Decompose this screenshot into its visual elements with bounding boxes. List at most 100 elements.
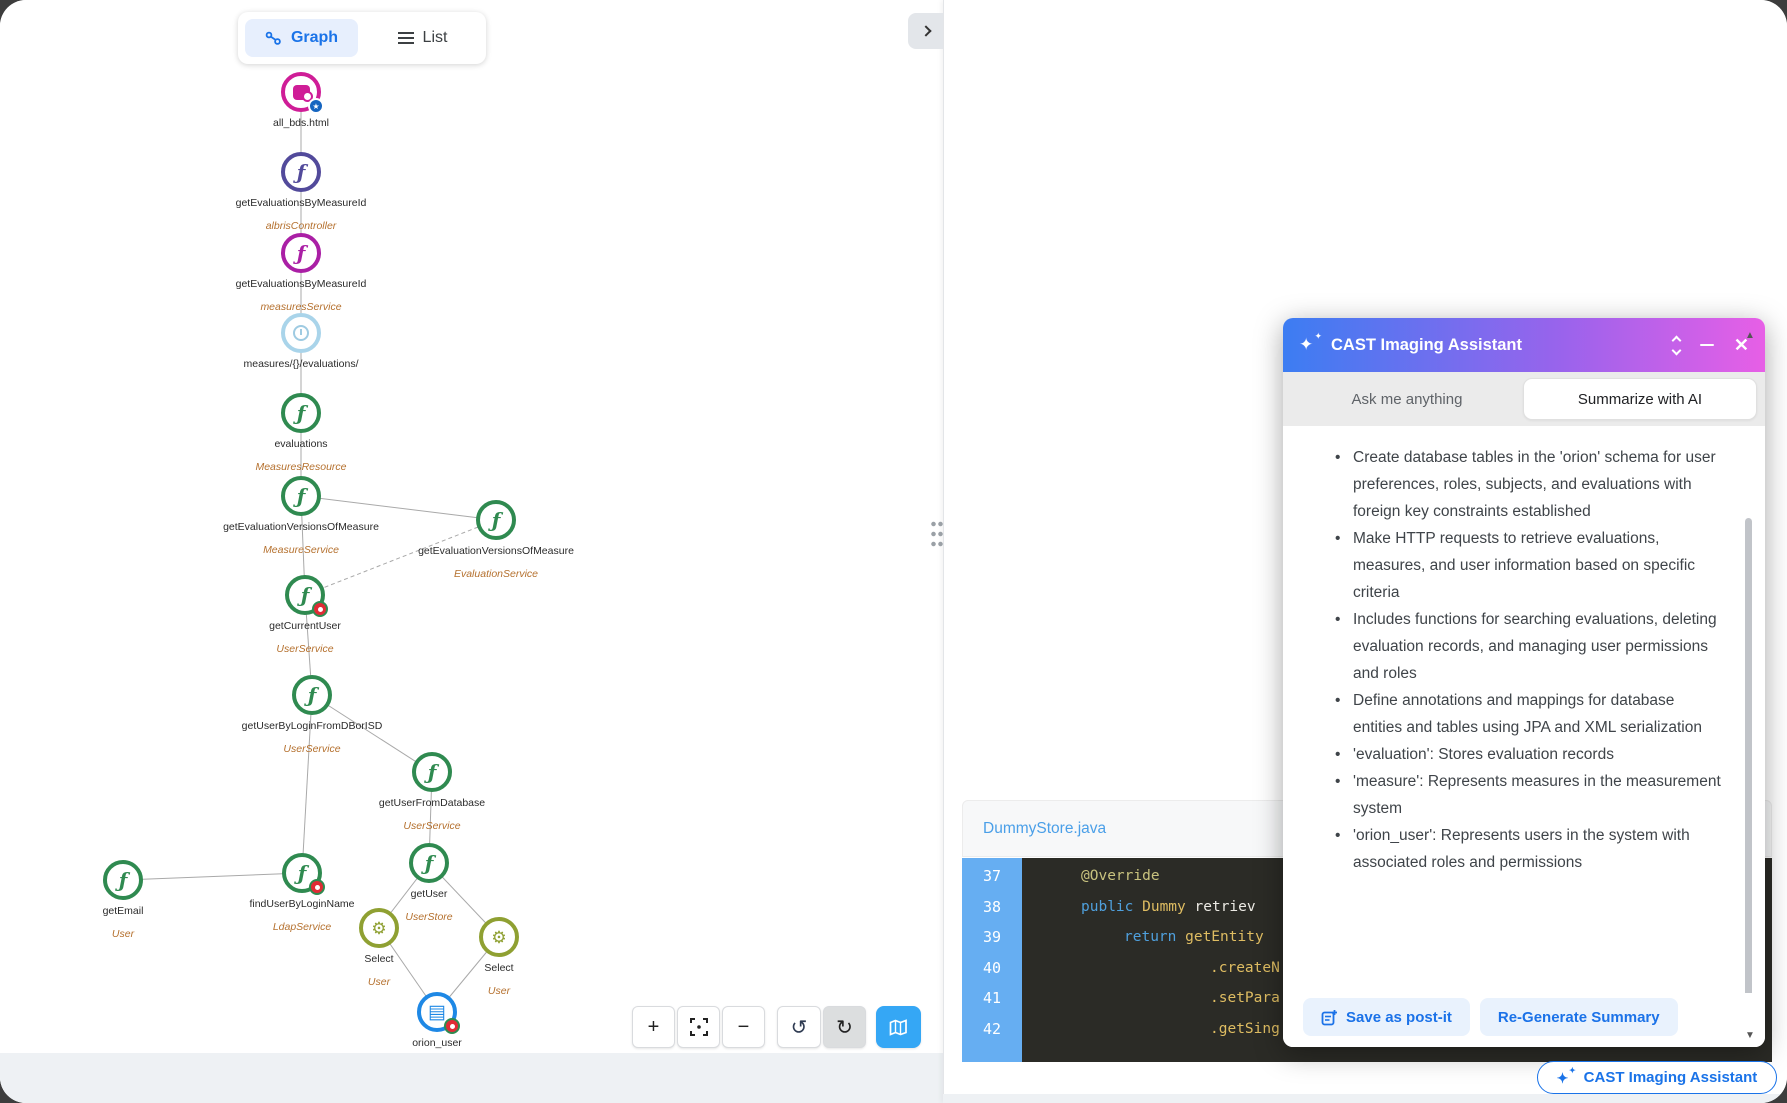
node-parent-label: UserService — [192, 743, 432, 755]
assistant-header[interactable]: ✦✦ CAST Imaging Assistant ✕ — [1283, 318, 1765, 372]
graph-node[interactable]: ƒ — [412, 752, 452, 792]
graph-node[interactable]: ƒ — [409, 843, 449, 883]
redo-button[interactable]: ↻ — [823, 1006, 866, 1048]
graph-node[interactable]: ⚙ — [359, 908, 399, 948]
graph-node[interactable]: ƒ — [281, 233, 321, 273]
function-icon: ƒ — [428, 762, 437, 782]
sparkle-icon: ✦✦ — [1299, 334, 1321, 356]
summary-bullet: 'orion_user': Represents users in the sy… — [1335, 822, 1721, 876]
node-label: orion_user — [317, 1037, 557, 1049]
node-label: getEvaluationsByMeasureId — [181, 197, 421, 209]
plus-icon: + — [648, 1016, 660, 1039]
minimize-button[interactable] — [1700, 344, 1714, 347]
line-number: 42 — [962, 1014, 1022, 1045]
app-window: ★all_bds.htmlƒgetEvaluationsByMeasureIda… — [0, 0, 1787, 1103]
tab-summarize-with-ai[interactable]: Summarize with AI — [1523, 378, 1757, 420]
cast-imaging-assistant-panel: ✦✦ CAST Imaging Assistant ✕ Ask me anyth… — [1283, 318, 1765, 1047]
node-parent-label: albrisController — [181, 220, 421, 232]
assistant-title: CAST Imaging Assistant — [1331, 336, 1522, 355]
undo-button[interactable]: ↺ — [777, 1006, 821, 1048]
zoom-in-button[interactable]: + — [632, 1006, 675, 1048]
assistant-summary-body[interactable]: Create database tables in the 'orion' sc… — [1283, 426, 1765, 993]
verified-badge: ★ — [308, 98, 324, 114]
resize-panel-button[interactable] — [1673, 337, 1680, 354]
regenerate-summary-label: Re-Generate Summary — [1498, 1009, 1660, 1026]
function-icon: ƒ — [119, 870, 128, 890]
function-icon: ƒ — [297, 403, 306, 423]
function-icon: ƒ — [425, 853, 434, 873]
function-icon: ƒ — [308, 685, 317, 705]
graph-node[interactable]: ƒ — [281, 393, 321, 433]
minimap-button[interactable] — [876, 1006, 921, 1048]
line-number: 38 — [962, 892, 1022, 923]
node-label: getEvaluationVersionsOfMeasure — [181, 521, 421, 533]
view-mode-switcher: Graph List — [238, 12, 486, 64]
graph-icon — [265, 30, 282, 47]
list-view-button[interactable]: List — [366, 19, 479, 57]
list-icon — [398, 32, 414, 44]
zoom-out-button[interactable]: − — [722, 1006, 765, 1048]
assistant-scrollbar[interactable] — [1745, 518, 1752, 1023]
scroll-down-arrow[interactable]: ▼ — [1745, 1030, 1755, 1041]
graph-node[interactable]: ƒ — [476, 500, 516, 540]
fit-to-screen-button[interactable] — [677, 1006, 720, 1048]
node-parent-label: EvaluationService — [376, 568, 616, 580]
graph-node[interactable]: ƒ — [281, 476, 321, 516]
line-number: 39 — [962, 922, 1022, 953]
regenerate-summary-button[interactable]: Re-Generate Summary — [1480, 998, 1678, 1036]
canvas-footer-strip — [0, 1053, 943, 1103]
panel-drag-handle[interactable] — [930, 519, 944, 549]
function-icon: ƒ — [297, 243, 306, 263]
line-number: 41 — [962, 983, 1022, 1014]
graph-node[interactable]: ƒ — [282, 853, 322, 893]
graph-node[interactable]: ƒ — [285, 575, 325, 615]
line-number: 37 — [962, 861, 1022, 892]
function-icon: ƒ — [301, 585, 310, 605]
list-view-label: List — [423, 29, 448, 47]
panel-collapse-button[interactable] — [908, 13, 943, 49]
node-parent-label: measuresService — [181, 301, 421, 313]
assistant-tabs: Ask me anything Summarize with AI — [1283, 372, 1765, 426]
node-label: measures/{}/evaluations/ — [181, 358, 421, 370]
graph-node[interactable] — [281, 313, 321, 353]
assistant-launcher-button[interactable]: ✦✦ CAST Imaging Assistant — [1537, 1061, 1777, 1094]
function-icon: ƒ — [297, 486, 306, 506]
graph-node[interactable]: ƒ — [103, 860, 143, 900]
html-page-icon — [293, 85, 310, 100]
node-parent-label: UserService — [185, 643, 425, 655]
graph-view-label: Graph — [291, 29, 338, 47]
minimize-icon — [1700, 344, 1714, 347]
source-file-link[interactable]: DummyStore.java — [983, 820, 1106, 838]
minus-icon: − — [738, 1016, 750, 1039]
database-table-icon: ▤ — [428, 1003, 446, 1022]
node-parent-label: User — [379, 985, 619, 997]
redo-icon: ↻ — [836, 1015, 853, 1040]
graph-node[interactable]: ƒ — [292, 675, 332, 715]
gear-icon: ⚙ — [491, 929, 506, 946]
graph-view-button[interactable]: Graph — [245, 19, 358, 57]
chevron-right-icon — [920, 25, 931, 36]
graph-node[interactable]: ▤ — [417, 992, 457, 1032]
summary-bullet: Includes functions for searching evaluat… — [1335, 606, 1721, 687]
tab-ask-me-anything[interactable]: Ask me anything — [1291, 378, 1523, 420]
node-parent-label: UserService — [312, 820, 552, 832]
summary-bullet: Define annotations and mappings for data… — [1335, 687, 1721, 741]
summary-bullet-list: Create database tables in the 'orion' sc… — [1335, 444, 1721, 876]
summary-bullet: 'evaluation': Stores evaluation records — [1335, 741, 1721, 768]
assistant-footer: Save as post-it Re-Generate Summary — [1283, 993, 1765, 1047]
node-parent-label: MeasuresResource — [181, 461, 421, 473]
summary-bullet: 'measure': Represents measures in the me… — [1335, 768, 1721, 822]
line-number: 40 — [962, 953, 1022, 984]
graph-node[interactable]: ⚙ — [479, 917, 519, 957]
function-icon: ƒ — [298, 863, 307, 883]
graph-canvas[interactable]: ★all_bds.htmlƒgetEvaluationsByMeasureIda… — [0, 0, 943, 1103]
save-as-postit-button[interactable]: Save as post-it — [1303, 998, 1470, 1036]
function-icon: ƒ — [297, 162, 306, 182]
map-icon — [889, 1019, 908, 1036]
scroll-up-arrow[interactable]: ▲ — [1745, 330, 1755, 341]
location-pin-badge — [444, 1018, 460, 1034]
node-label: getUser — [309, 888, 549, 900]
graph-node[interactable]: ƒ — [281, 152, 321, 192]
node-label: getCurrentUser — [185, 620, 425, 632]
graph-node[interactable]: ★ — [281, 72, 321, 112]
